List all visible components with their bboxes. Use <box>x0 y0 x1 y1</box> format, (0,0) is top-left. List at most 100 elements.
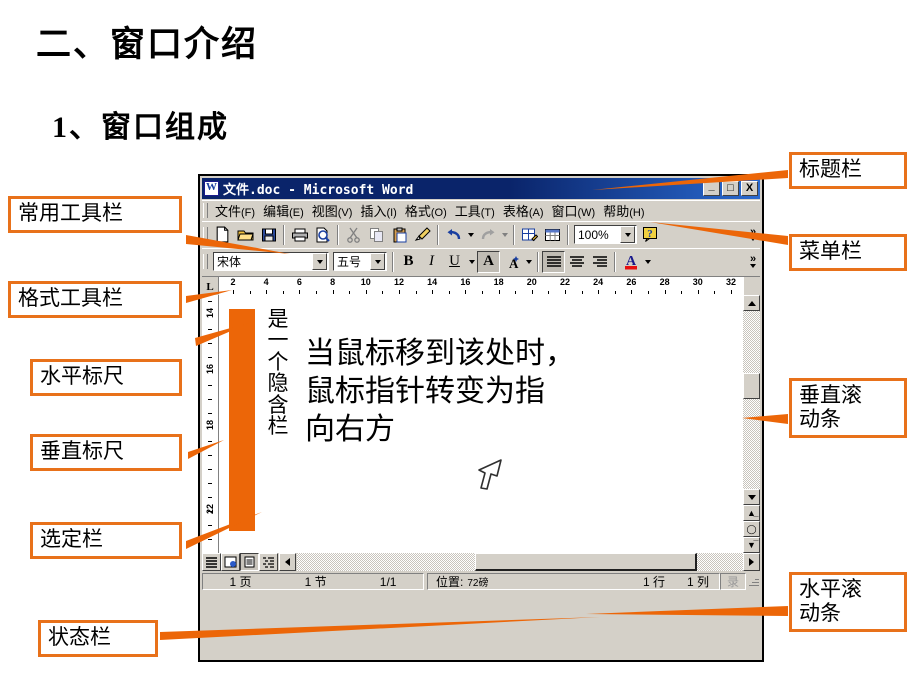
character-border-button[interactable]: A <box>477 250 500 273</box>
horizontal-scroll-track[interactable] <box>297 553 743 571</box>
standard-toolbar-grip[interactable] <box>203 227 208 242</box>
vruler-tick-mark <box>208 399 212 400</box>
scroll-down-button[interactable] <box>743 489 760 505</box>
normal-view-button[interactable] <box>202 553 221 571</box>
copy-button[interactable] <box>365 224 388 246</box>
underline-label: U <box>449 253 460 269</box>
undo-button[interactable] <box>442 224 465 246</box>
standard-toolbar-overflow-button[interactable]: » <box>746 223 760 247</box>
minimize-button[interactable]: _ <box>703 181 720 196</box>
menu-item-insert[interactable]: 插入(I) <box>356 200 400 221</box>
menu-item-view[interactable]: 视图(V) <box>308 200 357 221</box>
tab-stop-selector[interactable] <box>202 277 219 294</box>
document-text: 当鼠标移到该处时， 鼠标指针转变为指 向右方 <box>305 335 635 448</box>
ruler-tick-mark <box>531 290 533 294</box>
save-button[interactable] <box>257 224 280 246</box>
redo-button[interactable] <box>476 224 499 246</box>
align-right-button[interactable] <box>588 251 611 273</box>
next-page-button[interactable]: ▼̅ <box>743 537 760 553</box>
character-scaling-dropdown-arrow[interactable] <box>523 251 534 273</box>
ruler-tick-label: 12 <box>393 277 405 287</box>
italic-button[interactable]: I <box>420 251 443 273</box>
vertical-scrollbar[interactable]: ▲̲ ◯ ▼̅ <box>743 295 760 553</box>
menu-hotkey: (O) <box>430 207 447 219</box>
vruler-tick-mark <box>208 385 212 386</box>
document-page[interactable]: 是一个隐含栏 当鼠标移到该处时， 鼠标指针转变为指 向右方 <box>219 295 743 553</box>
menu-item-tools[interactable]: 工具(T) <box>451 200 499 221</box>
align-left-button[interactable] <box>542 250 565 273</box>
paste-button[interactable] <box>388 224 411 246</box>
status-page-group: 1 页 1 节 1/1 <box>202 573 424 590</box>
section-number: 1 <box>52 111 69 144</box>
font-color-dropdown-arrow[interactable] <box>642 251 653 273</box>
double-up-arrow-icon: ▲̲ <box>747 507 756 518</box>
format-painter-button[interactable] <box>411 224 434 246</box>
menu-item-edit[interactable]: 编辑(E) <box>259 200 308 221</box>
vertical-scroll-track[interactable] <box>743 311 760 489</box>
status-page: 1 页 <box>229 575 252 589</box>
menu-hotkey: (V) <box>337 207 353 219</box>
insert-table-button[interactable] <box>541 224 564 246</box>
menubar-grip[interactable] <box>203 203 208 218</box>
status-bar: 1 页 1 节 1/1 位置: 72磅 1 行 1 列 录 <box>202 572 760 591</box>
menu-label: 工具 <box>454 204 481 219</box>
resize-grip[interactable] <box>746 575 760 589</box>
font-size-dropdown-arrow[interactable] <box>370 253 385 270</box>
font-size-combo[interactable]: 五号 <box>333 252 387 271</box>
horizontal-scroll-thumb[interactable] <box>475 553 697 571</box>
character-scaling-button[interactable]: A <box>500 251 523 273</box>
help-button[interactable]: ? <box>639 224 662 246</box>
undo-dropdown-arrow[interactable] <box>465 224 476 246</box>
ruler-tick-mark <box>349 291 351 294</box>
status-record-button[interactable]: 录 <box>720 573 746 590</box>
close-button[interactable]: X <box>741 181 758 196</box>
vruler-tick-label: 22 <box>205 503 215 515</box>
insert-hyperlink-button[interactable] <box>518 224 541 246</box>
callout-menu-bar: 菜单栏 <box>789 234 907 271</box>
print-layout-view-button[interactable] <box>240 553 259 571</box>
outline-view-button[interactable] <box>259 553 278 571</box>
new-document-button[interactable] <box>211 224 234 246</box>
vertical-scroll-thumb[interactable] <box>743 373 760 399</box>
menu-item-format[interactable]: 格式(O) <box>401 200 451 221</box>
underline-button[interactable]: U <box>443 251 466 273</box>
menu-item-file[interactable]: 文件(F) <box>211 200 259 221</box>
web-layout-view-button[interactable] <box>221 553 240 571</box>
bold-label: B <box>403 253 414 269</box>
horizontal-scrollbar[interactable] <box>297 553 760 571</box>
maximize-button[interactable]: □ <box>722 181 739 196</box>
font-color-button[interactable]: A <box>619 251 642 273</box>
vruler-tick-mark <box>208 301 212 302</box>
scroll-right-button[interactable] <box>743 553 760 571</box>
menu-item-table[interactable]: 表格(A) <box>499 200 548 221</box>
print-button[interactable] <box>288 224 311 246</box>
zoom-dropdown-arrow[interactable] <box>620 226 635 243</box>
formatting-toolbar-overflow-button[interactable]: » <box>746 250 760 274</box>
align-center-button[interactable] <box>565 251 588 273</box>
redo-dropdown-arrow[interactable] <box>499 224 510 246</box>
character-border-label: A <box>483 253 494 269</box>
font-name-combo[interactable]: 宋体 <box>213 252 329 271</box>
underline-dropdown-arrow[interactable] <box>466 251 477 273</box>
formatting-toolbar: 宋体 五号 B I U A A A » <box>202 248 760 274</box>
formatting-toolbar-grip[interactable] <box>203 254 208 269</box>
status-record-label: 录 <box>726 575 739 589</box>
font-size-value: 五号 <box>337 255 362 269</box>
vruler-tick-mark <box>208 329 212 330</box>
previous-page-button[interactable]: ▲̲ <box>743 505 760 521</box>
select-browse-object-button[interactable]: ◯ <box>743 521 760 537</box>
bold-button[interactable]: B <box>397 251 420 273</box>
zoom-combo[interactable]: 100% <box>574 225 637 244</box>
open-folder-button[interactable] <box>234 224 257 246</box>
print-preview-button[interactable] <box>311 224 334 246</box>
font-name-dropdown-arrow[interactable] <box>312 253 327 270</box>
ruler-tick-mark <box>432 290 434 294</box>
vertical-ruler[interactable]: 14 16 18 22 <box>202 295 219 553</box>
scroll-up-button[interactable] <box>743 295 760 311</box>
horizontal-ruler-scale[interactable]: 2 4 6 8 10 12 14 16 18 20 22 24 26 28 30 32 <box>219 277 744 295</box>
scroll-left-button[interactable] <box>279 553 296 571</box>
document-text-line: 向右方 <box>305 412 395 446</box>
cut-button[interactable] <box>342 224 365 246</box>
menu-item-window[interactable]: 窗口(W) <box>548 200 600 221</box>
menu-item-help[interactable]: 帮助(H) <box>599 200 648 221</box>
